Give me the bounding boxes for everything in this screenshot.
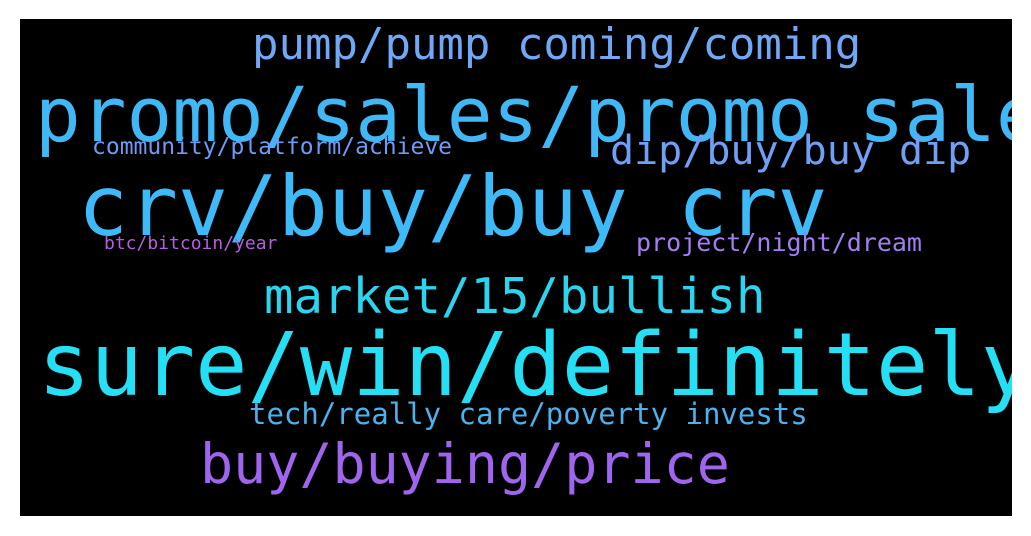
word-buy-buying-price: buy/buying/price [200, 432, 730, 496]
word-pump-pump-coming: pump/pump coming/coming [252, 19, 862, 70]
word-community-platform-achieve: community/platform/achieve [92, 134, 453, 160]
word-cloud-canvas: pump/pump coming/coming promo/sales/prom… [20, 19, 1012, 516]
word-sure-win-definitely: sure/win/definitely [38, 314, 1012, 416]
word-tech-really-care-poverty-invests: tech/really care/poverty invests [249, 397, 808, 431]
word-project-night-dream: project/night/dream [636, 228, 922, 257]
word-btc-bitcoin-year: btc/bitcoin/year [104, 233, 278, 254]
